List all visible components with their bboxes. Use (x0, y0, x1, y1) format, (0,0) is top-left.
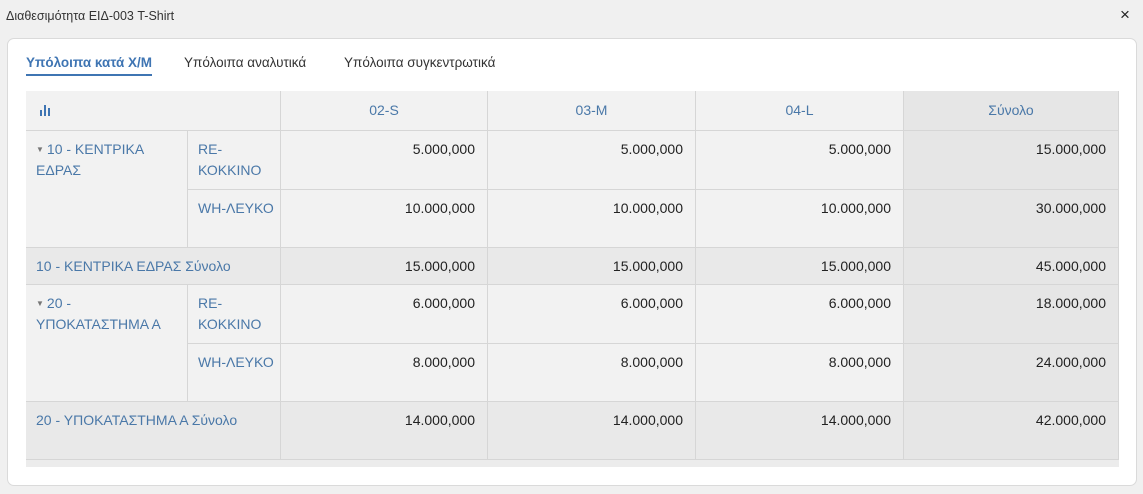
value-cell: 10.000,000 (696, 190, 904, 248)
collapse-triangle-icon[interactable]: ▼ (36, 139, 44, 160)
subtotal-label-20[interactable]: 20 - ΥΠΟΚΑΤΑΣΤΗΜΑ Α Σύνολο (26, 402, 281, 460)
total-cell: 30.000,000 (904, 190, 1119, 248)
row-group-label: 10 - ΚΕΝΤΡΙΚΑ ΕΔΡΑΣ (36, 141, 144, 178)
content-panel: Υπόλοιπα κατά Χ/Μ Υπόλοιπα αναλυτικά Υπό… (7, 38, 1137, 486)
subtotal-total-cell: 45.000,000 (904, 248, 1119, 285)
subtotal-cell: 14.000,000 (281, 402, 488, 460)
tab-balances-by-color-size[interactable]: Υπόλοιπα κατά Χ/Μ (26, 55, 153, 76)
subtotal-cell: 15.000,000 (696, 248, 904, 285)
window-title: Διαθεσιμότητα ΕΙΔ-003 T-Shirt (6, 9, 175, 23)
row-label-wh-lefko[interactable]: WH-ΛΕΥΚΟ (188, 190, 281, 248)
column-header-04-l[interactable]: 04-L (696, 91, 904, 131)
column-header-total[interactable]: Σύνολο (904, 91, 1119, 131)
subtotal-cell: 14.000,000 (696, 402, 904, 460)
row-group-label: 20 - ΥΠΟΚΑΤΑΣΤΗΜΑ Α (36, 295, 161, 332)
subtotal-cell: 15.000,000 (488, 248, 696, 285)
subtotal-label-10[interactable]: 10 - ΚΕΝΤΡΙΚΑ ΕΔΡΑΣ Σύνολο (26, 248, 281, 285)
subtotal-total-cell: 42.000,000 (904, 402, 1119, 460)
tab-balances-summary[interactable]: Υπόλοιπα συγκεντρωτικά (344, 55, 495, 74)
column-header-02-s[interactable]: 02-S (281, 91, 488, 131)
tab-balances-detailed[interactable]: Υπόλοιπα αναλυτικά (184, 55, 306, 74)
value-cell: 10.000,000 (281, 190, 488, 248)
value-cell: 5.000,000 (488, 131, 696, 190)
pivot-corner-cell[interactable] (26, 91, 281, 131)
value-cell: 8.000,000 (488, 344, 696, 402)
subtotal-cell: 15.000,000 (281, 248, 488, 285)
value-cell: 6.000,000 (696, 285, 904, 344)
value-cell: 5.000,000 (281, 131, 488, 190)
row-label-re-kokkino[interactable]: RE-ΚΟΚΚΙΝΟ (188, 131, 281, 190)
column-header-03-m[interactable]: 03-M (488, 91, 696, 131)
value-cell: 5.000,000 (696, 131, 904, 190)
total-cell: 15.000,000 (904, 131, 1119, 190)
total-cell: 18.000,000 (904, 285, 1119, 344)
pivot-grid: 02-S 03-M 04-L Σύνολο ▼ 10 - ΚΕΝΤΡΙΚΑ ΕΔΡ… (26, 91, 1119, 467)
value-cell: 8.000,000 (281, 344, 488, 402)
total-cell: 24.000,000 (904, 344, 1119, 402)
value-cell: 8.000,000 (696, 344, 904, 402)
collapse-triangle-icon[interactable]: ▼ (36, 293, 44, 314)
window-titlebar: Διαθεσιμότητα ΕΙΔ-003 T-Shirt × (0, 0, 1143, 34)
close-icon[interactable]: × (1115, 4, 1135, 26)
value-cell: 10.000,000 (488, 190, 696, 248)
row-group-10-central[interactable]: ▼ 10 - ΚΕΝΤΡΙΚΑ ΕΔΡΑΣ (26, 131, 188, 248)
bar-chart-icon[interactable] (40, 105, 52, 116)
row-label-re-kokkino[interactable]: RE-ΚΟΚΚΙΝΟ (188, 285, 281, 344)
row-group-20-branch-a[interactable]: ▼ 20 - ΥΠΟΚΑΤΑΣΤΗΜΑ Α (26, 285, 188, 402)
value-cell: 6.000,000 (488, 285, 696, 344)
value-cell: 6.000,000 (281, 285, 488, 344)
row-label-wh-lefko[interactable]: WH-ΛΕΥΚΟ (188, 344, 281, 402)
subtotal-cell: 14.000,000 (488, 402, 696, 460)
